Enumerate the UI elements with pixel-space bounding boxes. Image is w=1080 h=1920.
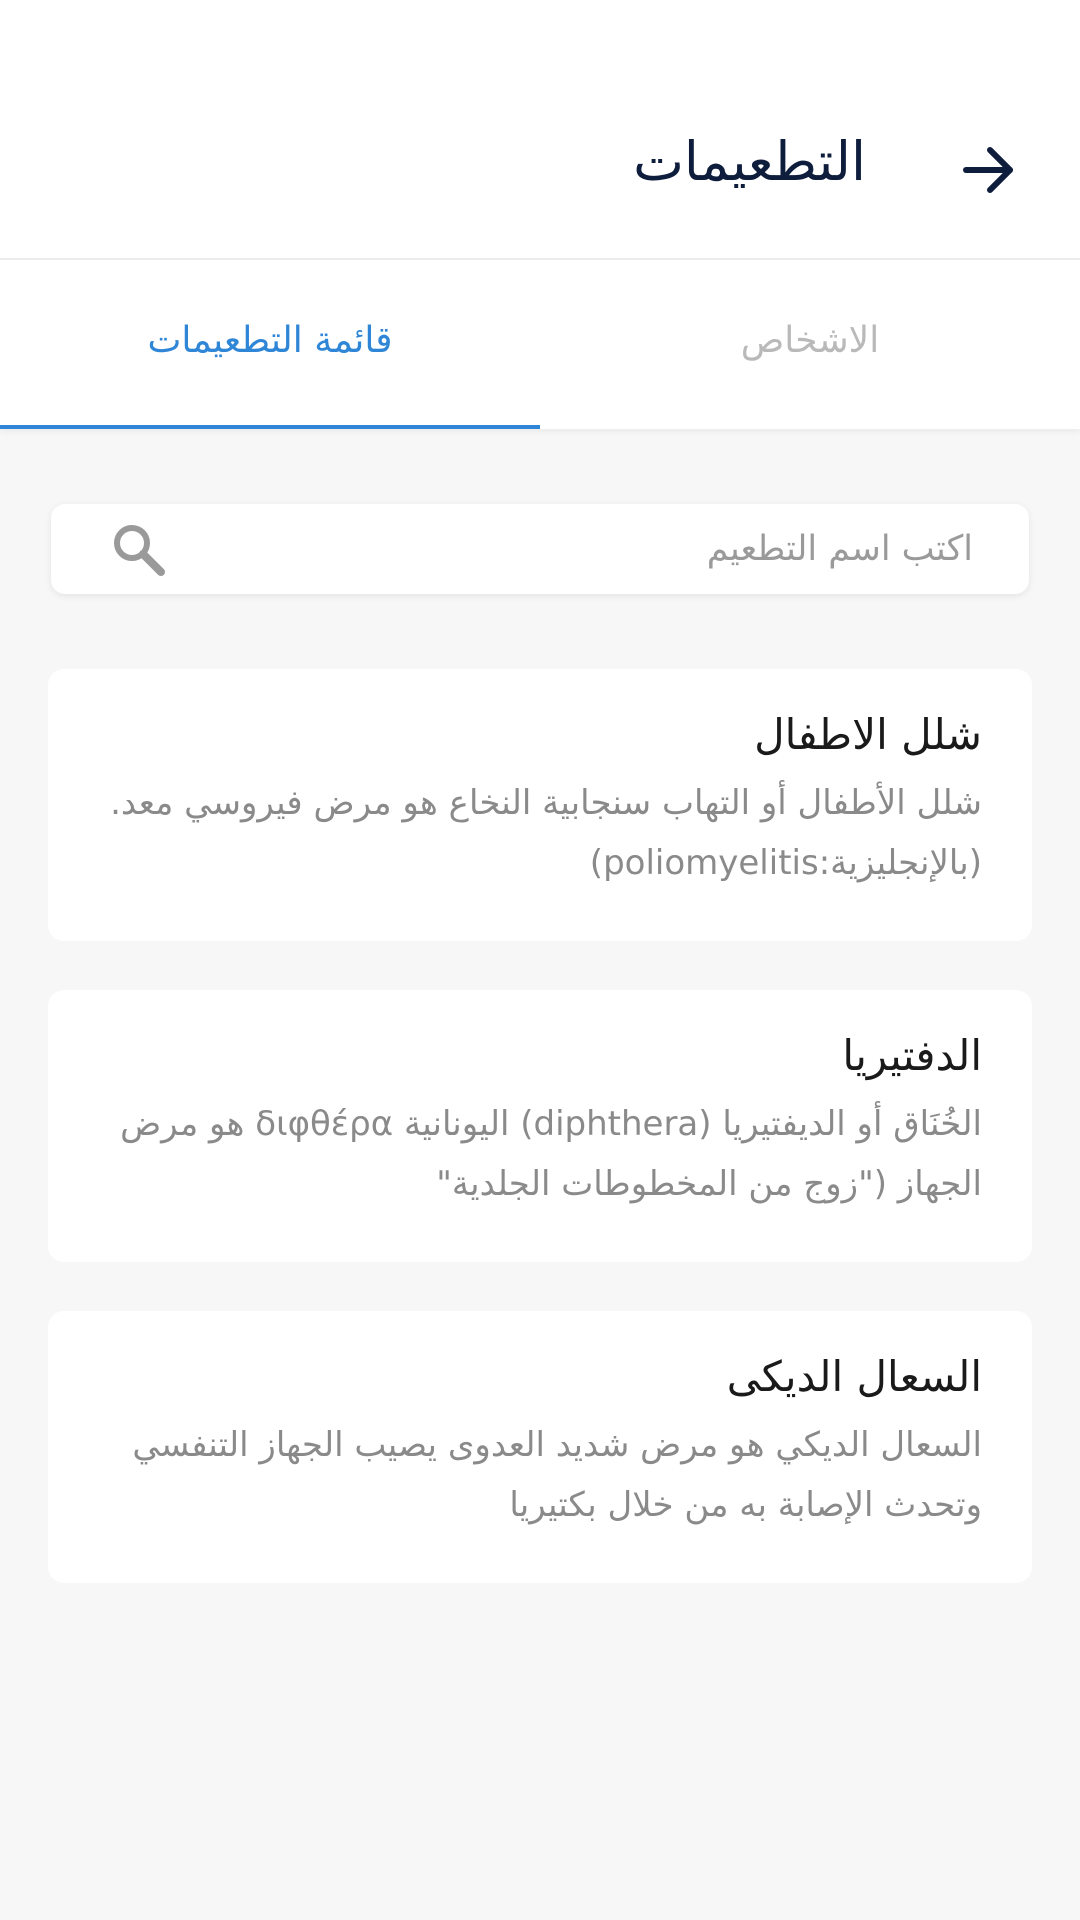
search-icon[interactable] [93, 504, 183, 594]
page-title: التطعيمات [633, 130, 866, 193]
vaccine-card-pertussis[interactable]: السعال الديکی السعال الديكي هو مرض شديد … [48, 1311, 1032, 1583]
tab-bar: الاشخاص قائمة التطعيمات [0, 260, 1080, 429]
vaccine-title: السعال الديکی [726, 1352, 982, 1401]
tab-vaccine-list[interactable]: قائمة التطعيمات [0, 260, 540, 429]
vaccine-description: الخُنَاق أو الديفتيريا (diphthera) اليون… [120, 1104, 982, 1204]
vaccine-card-diphtheria[interactable]: الدفتيريا الخُنَاق أو الديفتيريا (diphth… [48, 990, 1032, 1262]
arrow-right-icon [963, 147, 1013, 193]
vaccine-card-polio[interactable]: شلل الاطفال شلل الأطفال أو التهاب سنجابي… [48, 669, 1032, 941]
app-bar: التطعيمات [0, 0, 1080, 260]
tab-people[interactable]: الاشخاص [540, 260, 1080, 429]
vaccine-description: السعال الديكي هو مرض شديد العدوى يصيب ال… [132, 1425, 982, 1525]
vaccine-title: الدفتيريا [842, 1031, 982, 1080]
vaccine-description: شلل الأطفال أو التهاب سنجابية النخاع هو … [110, 783, 982, 883]
vaccine-title: شلل الاطفال [754, 710, 982, 759]
search-bar [51, 504, 1029, 594]
search-input[interactable] [183, 504, 1029, 594]
back-button[interactable] [948, 130, 1028, 210]
